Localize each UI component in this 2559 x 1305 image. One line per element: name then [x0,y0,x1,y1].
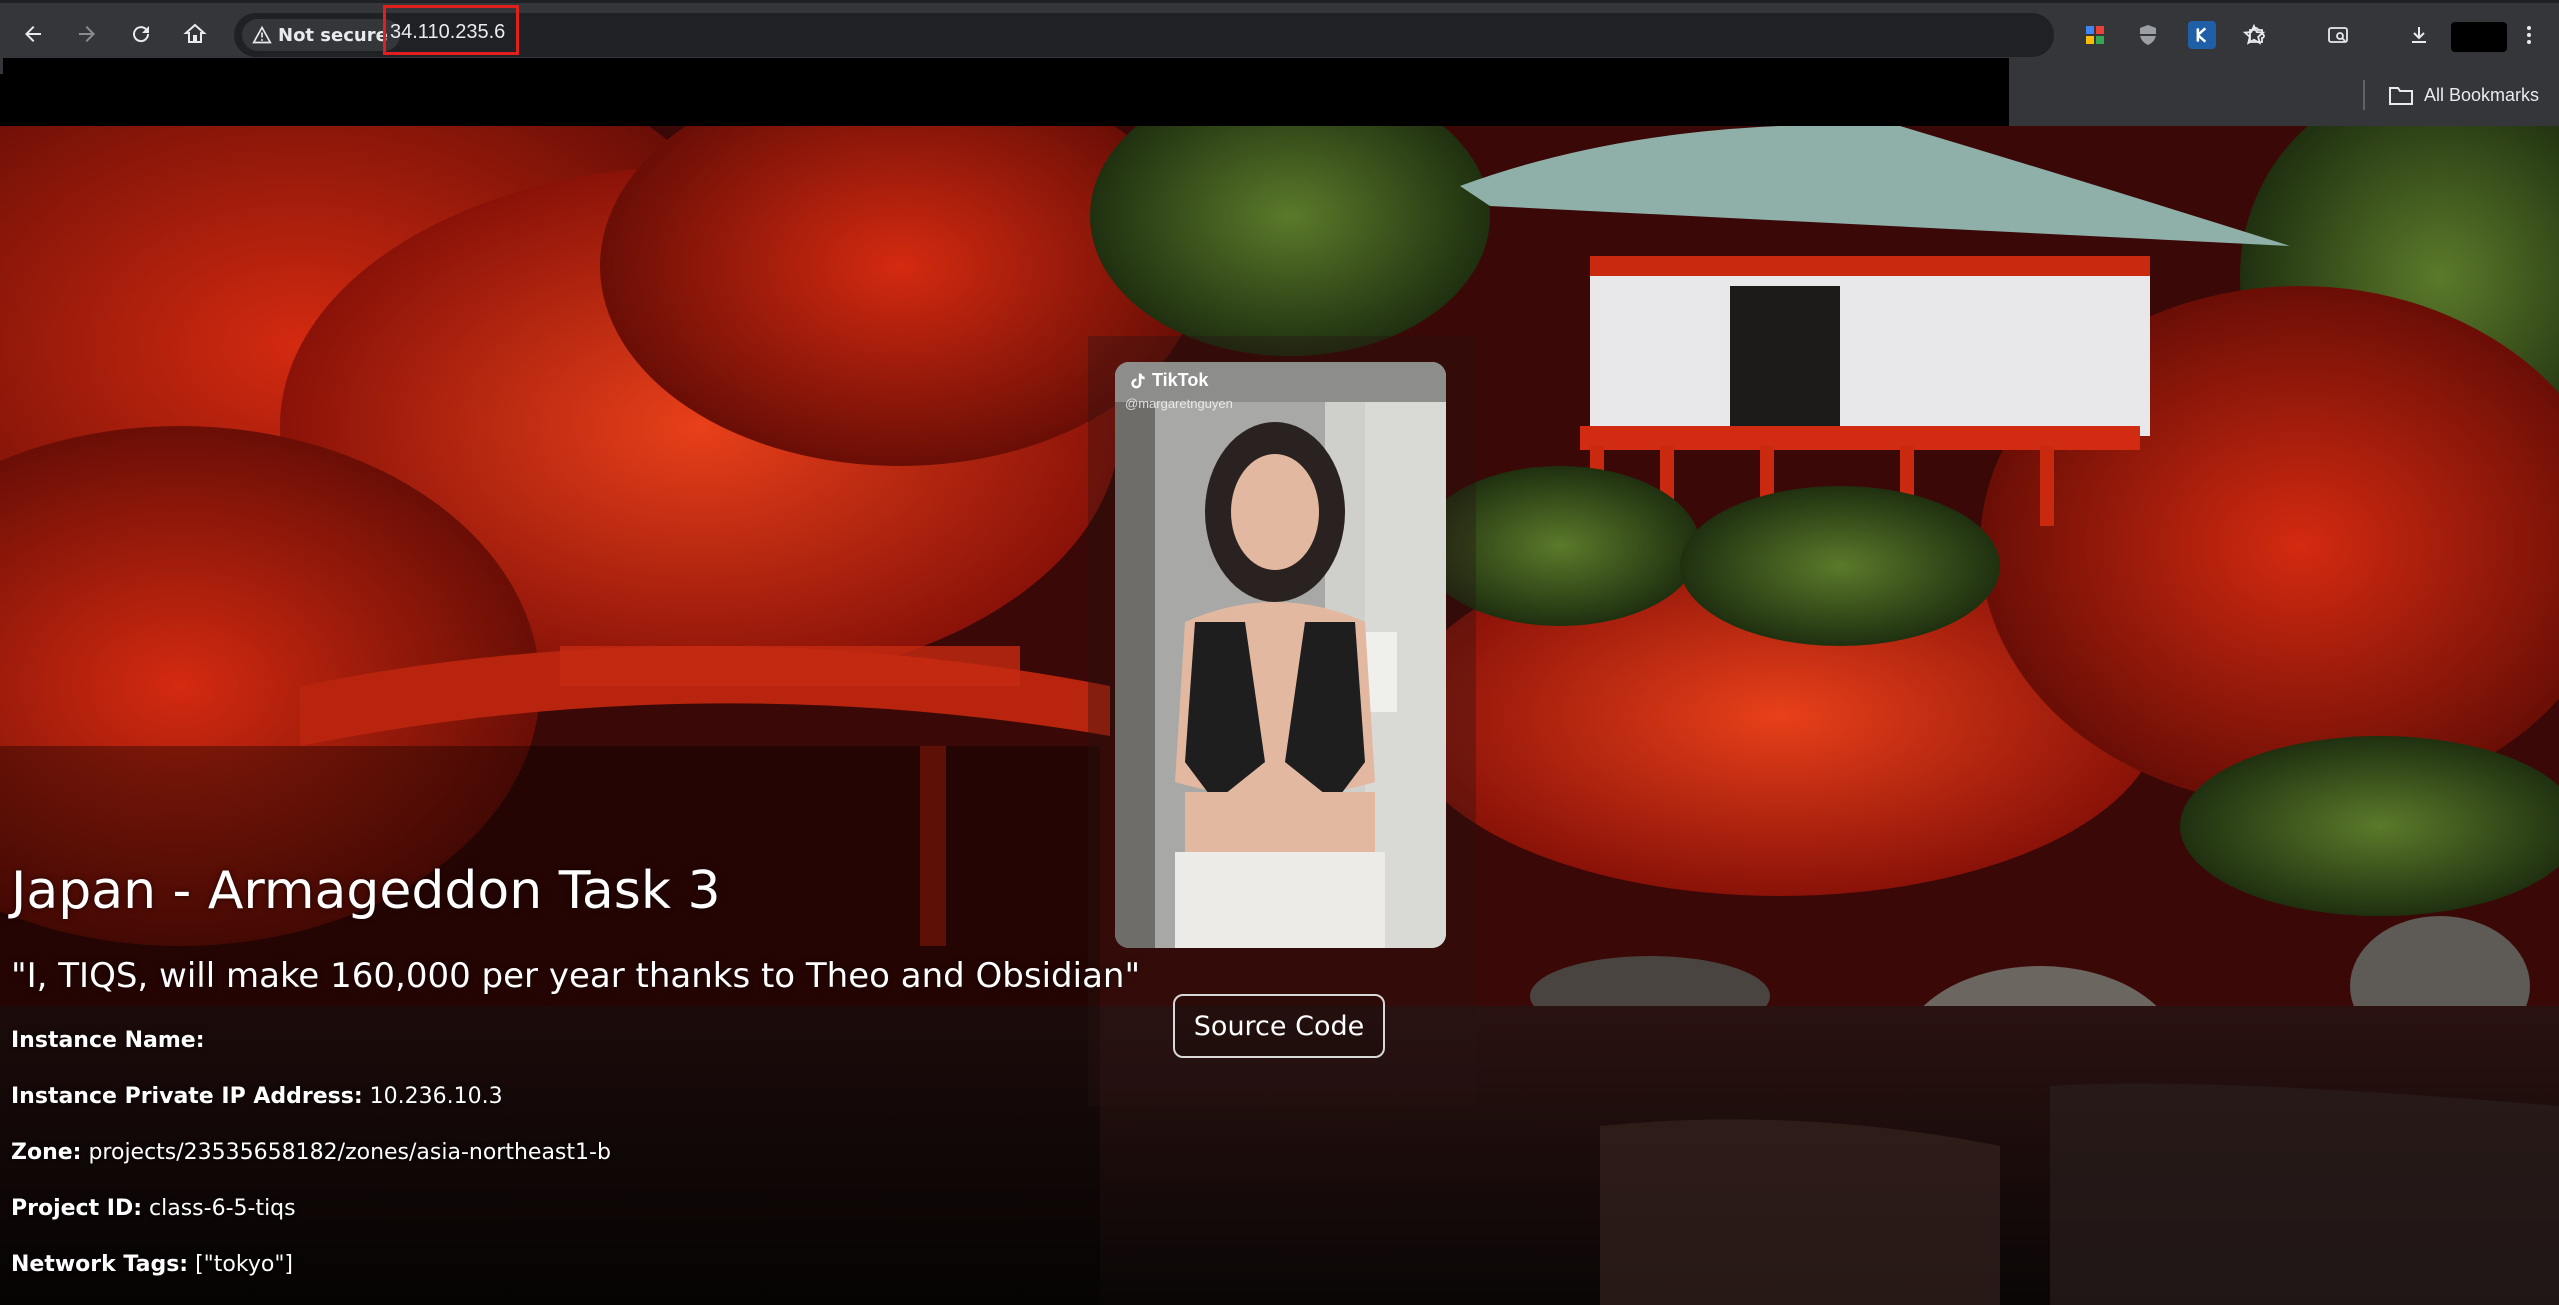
web-page: TikTok @margaretnguyen Source Code Japan… [0,126,2559,1305]
home-icon [183,23,207,43]
reload-icon [133,26,150,43]
download-icon[interactable] [2405,21,2433,49]
zone-row: Zone: projects/23535658182/zones/asia-no… [11,1140,611,1165]
project-id-value: class-6-5-tiqs [149,1196,296,1221]
profile-avatar[interactable] [2451,22,2507,52]
page-quote: "I, TIQS, will make 160,000 per year tha… [11,956,1141,996]
private-ip-row: Instance Private IP Address: 10.236.10.3 [11,1084,503,1109]
network-tags-value: ["tokyo"] [195,1252,294,1277]
all-bookmarks-label: All Bookmarks [2424,84,2540,105]
url-text[interactable]: 34.110.235.6 [390,21,505,44]
security-indicator[interactable]: Not secure [242,19,400,51]
extension-k-icon[interactable] [2188,21,2216,49]
private-ip-label: Instance Private IP Address: [11,1084,363,1109]
instance-name-label: Instance Name: [11,1028,205,1053]
source-code-button[interactable]: Source Code [1173,994,1385,1058]
back-button[interactable] [16,17,50,51]
warning-triangle-icon [252,25,272,44]
tiktok-watermark: TikTok [1128,370,1208,391]
home-button[interactable] [178,17,212,51]
network-tags-label: Network Tags: [11,1252,189,1277]
tab-search-icon[interactable] [2324,21,2352,49]
tiktok-video-frame[interactable] [1115,362,1446,948]
redacted-bookmarks-area [3,58,2009,120]
tiktok-username: @margaretnguyen [1125,396,1233,411]
more-menu-icon[interactable] [2515,21,2543,49]
network-tags-row: Network Tags: ["tokyo"] [11,1252,293,1277]
bookmarks-divider [2363,80,2365,110]
reload-button[interactable] [124,17,158,51]
extension-colorful-icon[interactable] [2081,21,2109,49]
project-id-row: Project ID: class-6-5-tiqs [11,1196,296,1221]
folder-icon [2389,87,2413,105]
back-arrow-icon [25,26,41,42]
forward-arrow-icon [79,26,95,42]
all-bookmarks-button[interactable]: All Bookmarks [2388,80,2539,110]
instance-name-row: Instance Name: [11,1028,205,1053]
page-title: Japan - Armageddon Task 3 [11,861,721,921]
extensions-puzzle-icon[interactable] [2244,21,2272,49]
tab-strip-edge [0,0,2559,3]
video-still-image [1115,362,1446,948]
project-id-label: Project ID: [11,1196,143,1221]
private-ip-value: 10.236.10.3 [369,1084,503,1109]
tiktok-brand-text: TikTok [1152,370,1209,390]
security-label: Not secure [278,24,388,46]
forward-button[interactable] [70,17,104,51]
extension-shield-icon[interactable] [2134,21,2162,49]
zone-value: projects/23535658182/zones/asia-northeas… [88,1140,611,1165]
tiktok-logo-icon [1131,373,1145,388]
zone-label: Zone: [11,1140,82,1165]
